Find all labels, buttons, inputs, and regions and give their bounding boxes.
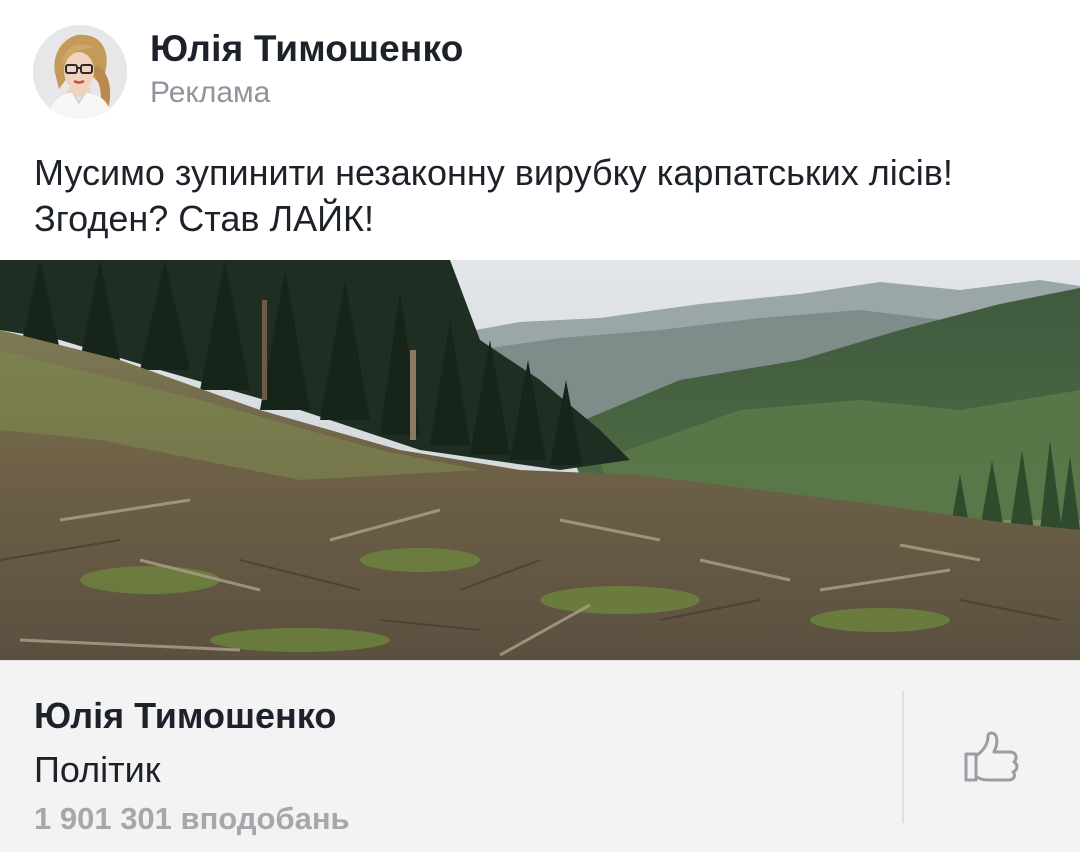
sponsored-post: Юлія Тимошенко Реклама Мусимо зупинити н… [0, 0, 1080, 852]
page-name[interactable]: Юлія Тимошенко [34, 695, 336, 737]
divider [902, 691, 904, 823]
page-likes-count: 1 901 301 вподобань [34, 801, 350, 836]
post-photo[interactable] [0, 260, 1080, 660]
deforestation-landscape-image [0, 260, 1080, 660]
page-category: Політик [34, 749, 161, 790]
sponsored-label: Реклама [150, 76, 271, 109]
like-page-button[interactable] [950, 722, 1030, 794]
post-header: Юлія Тимошенко Реклама [0, 0, 1080, 130]
thumbs-up-icon [964, 731, 1019, 782]
post-message: Мусимо зупинити незаконну вирубку карпат… [34, 152, 953, 239]
author-avatar[interactable] [33, 25, 127, 119]
avatar-portrait-image [33, 25, 127, 119]
author-name[interactable]: Юлія Тимошенко [150, 28, 464, 70]
page-card[interactable]: Юлія Тимошенко Політик 1 901 301 вподоба… [0, 660, 1080, 852]
